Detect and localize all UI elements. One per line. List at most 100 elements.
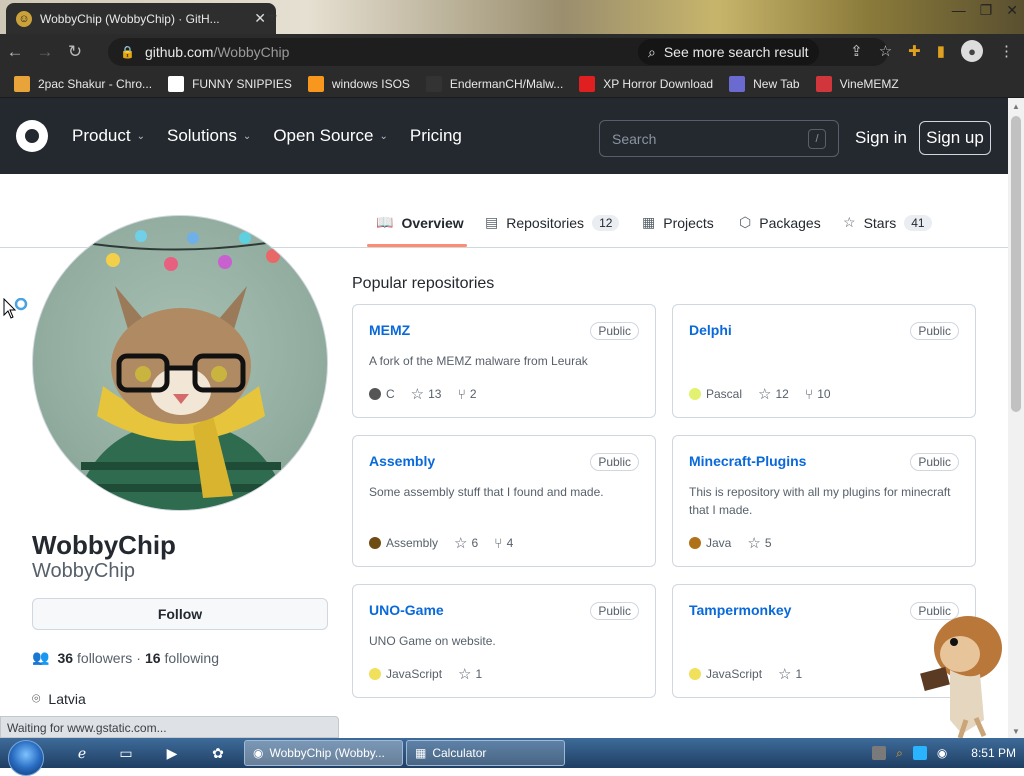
repo-name-link[interactable]: Minecraft-Plugins [689, 453, 806, 469]
repo-stars-link[interactable]: ☆ 13 [411, 385, 442, 403]
public-badge: Public [590, 322, 639, 340]
restore-icon[interactable]: ❐ [980, 2, 993, 19]
location: ⌾ Latvia [32, 690, 86, 707]
file-explorer-icon[interactable]: ▭ [114, 742, 138, 764]
share-icon[interactable]: ⇪ [850, 42, 863, 60]
language-color-dot [369, 537, 381, 549]
scroll-down-icon[interactable]: ▼ [1012, 727, 1020, 736]
star-icon: ☆ [758, 386, 772, 403]
tab-label: Repositories [506, 214, 585, 231]
tab-repositories[interactable]: ▤ Repositories 12 [485, 214, 620, 231]
side-panel-icon[interactable]: ▮ [937, 42, 945, 60]
following-label[interactable]: following [165, 650, 219, 666]
repo-stars-link[interactable]: ☆ 1 [778, 665, 802, 683]
follow-separator: · [136, 649, 141, 666]
extensions-puzzle-icon[interactable]: ✚ [908, 42, 921, 60]
nav-item-label: Solutions [166, 126, 237, 145]
loading-cursor-icon [3, 298, 28, 319]
repo-forks-link[interactable]: ⑂ 10 [805, 386, 831, 402]
search-tray-icon[interactable]: ⌕ [896, 746, 903, 761]
new-tab-icon[interactable]: + [260, 6, 284, 27]
monitor-tray-icon[interactable] [912, 746, 927, 760]
bookmark-item[interactable]: windows ISOS [307, 75, 410, 92]
star-icon: ☆ [454, 535, 468, 552]
nav-item-solutions[interactable]: Solutions ⌄ [167, 126, 251, 146]
follow-button[interactable]: Follow [32, 598, 328, 630]
followers-count[interactable]: 36 [57, 650, 73, 666]
hamster-mascot-overlay[interactable] [910, 610, 1006, 738]
close-window-icon[interactable]: ✕ [1006, 2, 1018, 19]
reload-icon[interactable]: ↻ [60, 42, 90, 62]
bookmark-item[interactable]: XP Horror Download [579, 75, 713, 92]
taskbar-calculator-window[interactable]: ▦ Calculator [406, 740, 565, 766]
lock-icon[interactable]: 🔒 [120, 45, 135, 59]
record-tray-icon[interactable]: ◉ [937, 746, 947, 760]
profile-avatar-icon[interactable]: ● [961, 40, 983, 62]
repo-name-link[interactable]: UNO-Game [369, 602, 444, 618]
search-icon: ⌕ [648, 43, 656, 60]
bookmark-item[interactable]: EndermanCH/Malw... [425, 75, 563, 92]
repo-name-link[interactable]: Assembly [369, 453, 435, 469]
internet-explorer-icon[interactable]: ℯ [70, 742, 94, 764]
paint-icon[interactable]: ✿ [206, 742, 230, 764]
browser-status-bubble: Waiting for www.gstatic.com... [0, 716, 339, 738]
media-player-icon[interactable]: ▶ [160, 742, 184, 764]
star-icon: ☆ [458, 666, 472, 683]
back-icon[interactable]: ← [0, 42, 30, 62]
bookmark-item[interactable]: VineMEMZ [815, 75, 899, 92]
repo-stars-link[interactable]: ☆ 5 [747, 534, 771, 552]
see-more-search-label: See more search result [663, 44, 809, 60]
sign-up-button[interactable]: Sign up [919, 121, 991, 155]
github-search-input[interactable]: Search / [599, 120, 839, 157]
tab-stars[interactable]: ☆ Stars 41 [843, 214, 932, 231]
minimize-icon[interactable]: — [952, 2, 966, 19]
bookmark-item[interactable]: 2pac Shakur - Chro... [14, 75, 152, 92]
page-scrollbar[interactable]: ▲ ▼ [1008, 98, 1024, 738]
repo-name-link[interactable]: MEMZ [369, 322, 410, 338]
profile-avatar[interactable] [32, 215, 328, 511]
profile-username: WobbyChip [32, 560, 136, 582]
nav-item-product[interactable]: Product ⌄ [72, 126, 145, 146]
bookmark-item[interactable]: FUNNY SNIPPIES [168, 75, 292, 92]
bookmark-item[interactable]: New Tab [729, 75, 800, 92]
repo-name-link[interactable]: Tampermonkey [689, 602, 791, 618]
sign-in-link[interactable]: Sign in [855, 128, 907, 148]
see-more-search-button[interactable]: ⌕ See more search result [638, 39, 819, 65]
language-name: Pascal [706, 387, 743, 401]
menu-kebab-icon[interactable]: ⋮ [999, 42, 1014, 60]
repo-stars-link[interactable]: ☆ 6 [454, 534, 478, 552]
start-button[interactable] [8, 740, 44, 776]
repo-stars-link[interactable]: ☆ 12 [758, 385, 789, 403]
tab-projects[interactable]: ▦ Projects [642, 214, 714, 231]
chevron-down-icon: ⌄ [379, 130, 388, 142]
followers-label[interactable]: followers [77, 650, 132, 666]
repo-stars-link[interactable]: ☆ 1 [458, 665, 482, 683]
clock[interactable]: 8:51 PM [971, 746, 1016, 760]
repo-description: This is repository with all my plugins f… [689, 485, 951, 517]
browser-tab[interactable]: ☺ WobbyChip (WobbyChip) · GitH... ✕ [6, 3, 276, 34]
tab-overview[interactable]: 📖 Overview [376, 214, 464, 231]
table-icon: ▦ [642, 214, 656, 230]
taskbar-chrome-window[interactable]: ◉ WobbyChip (Wobby... [244, 740, 403, 766]
bookmark-star-icon[interactable]: ☆ [879, 42, 892, 60]
network-icon[interactable] [872, 746, 887, 760]
github-logo-icon[interactable] [16, 120, 48, 152]
taskbar-chrome-label: WobbyChip (Wobby... [269, 746, 385, 760]
repo-forks-link[interactable]: ⑂ 2 [457, 386, 476, 402]
stars-count: 13 [428, 387, 442, 401]
repo-forks-link[interactable]: ⑂ 4 [494, 535, 513, 551]
forward-icon[interactable]: → [30, 42, 60, 62]
system-tray: ⌕ ◉ 8:51 PM [872, 738, 1016, 768]
nav-item-open-source[interactable]: Open Source ⌄ [273, 126, 388, 146]
scroll-up-icon[interactable]: ▲ [1012, 102, 1020, 111]
scrollbar-thumb[interactable] [1011, 116, 1021, 412]
tab-packages[interactable]: ⬡ Packages [739, 214, 821, 231]
repo-card: UNO-Game Public UNO Game on website. JavaSc… [352, 584, 656, 698]
stars-count: 12 [775, 387, 789, 401]
nav-item-pricing[interactable]: Pricing [410, 126, 462, 146]
location-pin-icon: ⌾ [32, 690, 41, 706]
repo-name-link[interactable]: Delphi [689, 322, 732, 338]
following-count[interactable]: 16 [145, 650, 161, 666]
repo-meta: JavaScript ☆ 1 [369, 665, 482, 683]
language-name: JavaScript [706, 667, 763, 681]
